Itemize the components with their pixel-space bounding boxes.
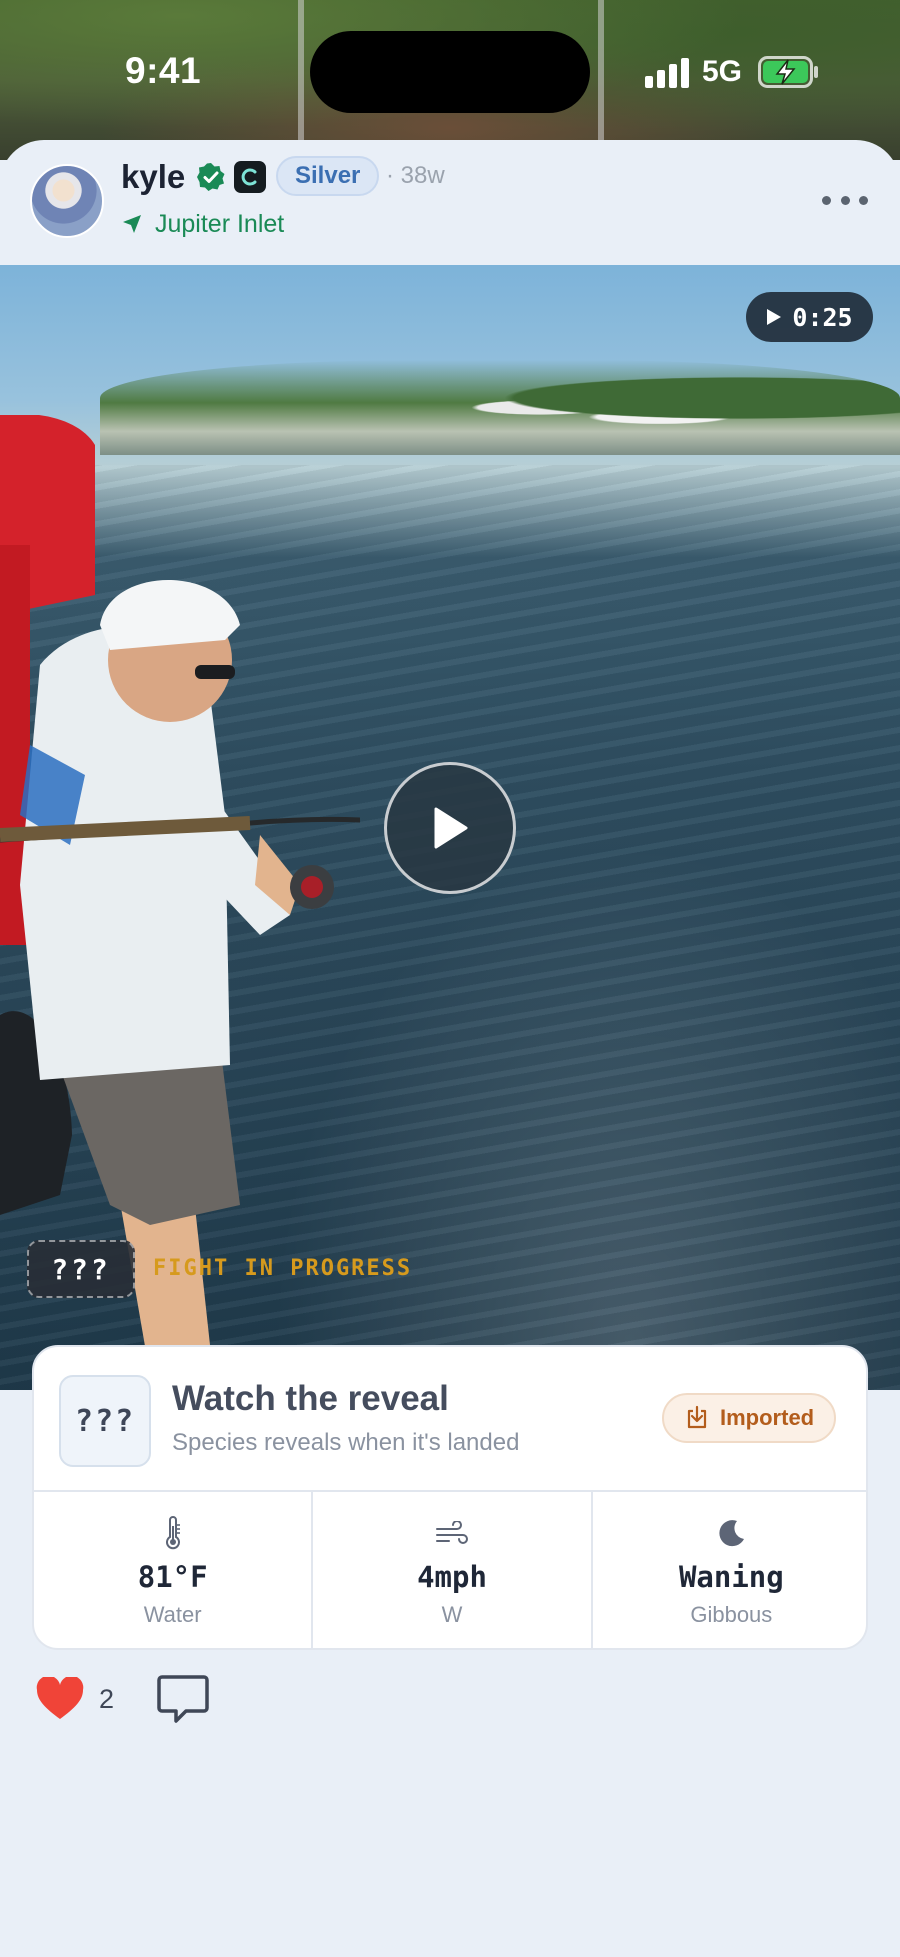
like-count: 2 <box>99 1683 115 1714</box>
condition-water-temp: 81°F Water <box>34 1492 314 1648</box>
species-placeholder: ??? <box>59 1375 151 1467</box>
play-small-icon <box>767 309 782 325</box>
network-type: 5G <box>702 55 743 88</box>
condition-moon: Waning Gibbous <box>593 1492 866 1648</box>
more-options-button[interactable] <box>822 188 868 212</box>
mystery-species-chip: ??? <box>27 1240 135 1298</box>
status-time: 9:41 <box>125 50 202 91</box>
video-player[interactable]: 0:25 ??? FIGHT IN PROGRESS <box>0 265 900 1390</box>
status-bar: 9:41 5G <box>0 0 900 140</box>
wind-icon <box>435 1521 468 1544</box>
post-header: kyle Silver · 38w Jupiter Inlet <box>0 140 900 265</box>
username[interactable]: kyle <box>121 158 185 196</box>
video-duration: 0:25 <box>746 292 873 342</box>
signal-icon <box>645 58 689 88</box>
comment-icon[interactable] <box>156 1674 210 1724</box>
battery-charging-icon <box>758 56 818 88</box>
post-age: · 38w <box>386 162 445 189</box>
app-logo-icon <box>234 161 266 193</box>
more-dots-icon <box>822 195 831 205</box>
avatar[interactable] <box>30 164 104 238</box>
moon-icon <box>719 1520 745 1547</box>
location-label: Jupiter Inlet <box>155 209 285 238</box>
reveal-card: ??? Watch the reveal Species reveals whe… <box>32 1345 868 1650</box>
play-icon <box>434 807 468 849</box>
location-arrow-icon <box>123 215 141 233</box>
tier-badge: Silver <box>276 156 380 196</box>
imported-badge: Imported <box>662 1393 837 1443</box>
reveal-title: Watch the reveal <box>172 1379 449 1418</box>
conditions-row: 81°F Water 4mph W Waning Gibbous <box>34 1492 866 1648</box>
dynamic-island <box>310 31 590 113</box>
verified-badge-icon <box>197 163 225 191</box>
play-button[interactable] <box>384 762 516 894</box>
heart-icon[interactable] <box>35 1677 85 1721</box>
thermometer-icon <box>165 1516 180 1550</box>
post-actions: 2 <box>35 1675 210 1723</box>
location[interactable]: Jupiter Inlet <box>121 208 284 240</box>
condition-wind: 4mph W <box>313 1492 593 1648</box>
reveal-subtitle: Species reveals when it's landed <box>172 1429 520 1456</box>
import-icon <box>687 1405 707 1429</box>
fight-status-label: FIGHT IN PROGRESS <box>153 1256 413 1281</box>
